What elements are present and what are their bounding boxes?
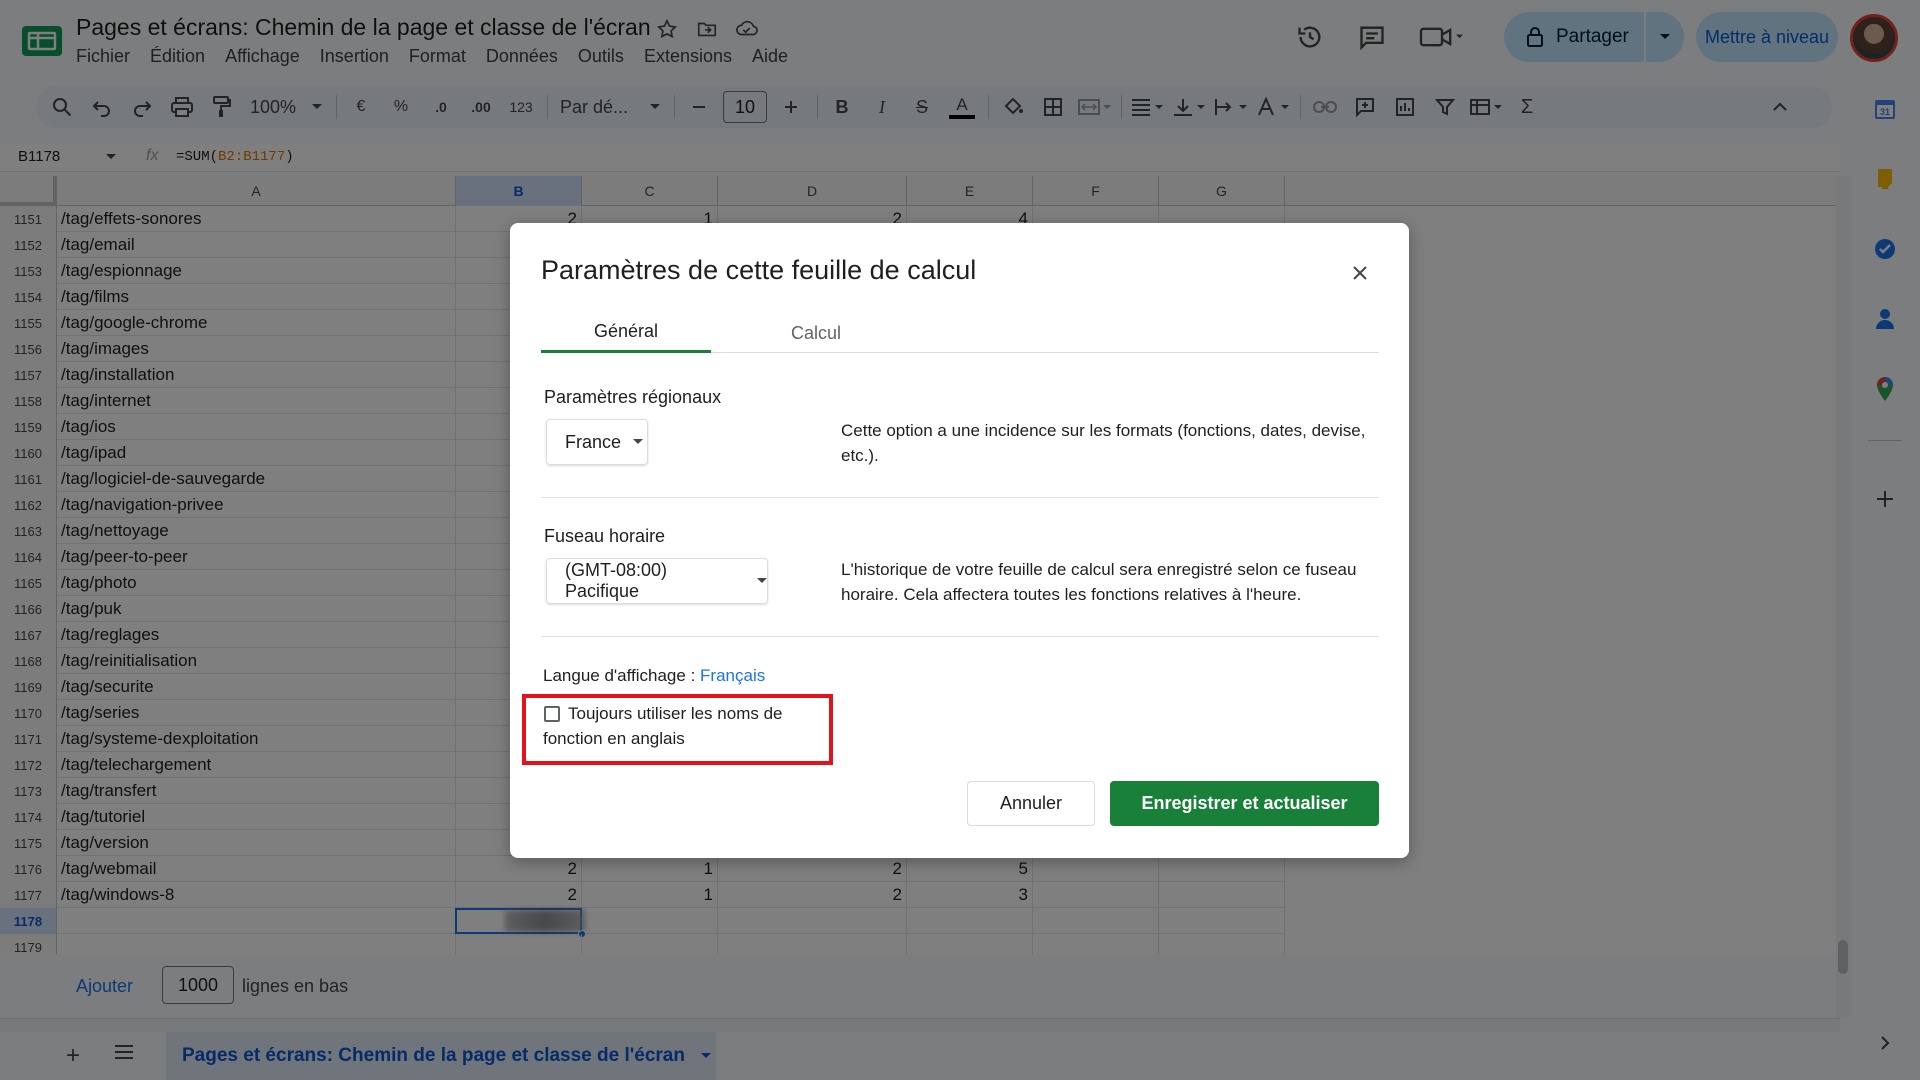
display-language-link[interactable]: Français: [700, 666, 765, 685]
display-language-label: Langue d'affichage :: [543, 666, 696, 685]
section-divider: [541, 497, 1379, 498]
close-icon[interactable]: [1346, 259, 1374, 287]
english-function-names-label[interactable]: Toujours utiliser les noms de fonction e…: [543, 701, 823, 751]
dialog-tabs: Général Calcul: [541, 313, 1379, 353]
display-language-row: Langue d'affichage : Français: [543, 666, 765, 686]
save-and-refresh-button[interactable]: Enregistrer et actualiser: [1110, 781, 1379, 826]
settings-dialog: Paramètres de cette feuille de calcul Gé…: [510, 223, 1409, 858]
dialog-title: Paramètres de cette feuille de calcul: [541, 255, 977, 285]
locale-select[interactable]: France: [546, 419, 648, 465]
tab-general[interactable]: Général: [541, 313, 711, 353]
locale-value: France: [565, 431, 622, 452]
locale-description: Cette option a une incidence sur les for…: [841, 421, 1366, 465]
locale-label: Paramètres régionaux: [544, 387, 722, 407]
cancel-button[interactable]: Annuler: [967, 781, 1095, 826]
timezone-description: L'historique de votre feuille de calcul …: [841, 560, 1357, 604]
timezone-value: (GMT-08:00) Pacifique: [565, 560, 668, 601]
timezone-select[interactable]: (GMT-08:00) Pacifique: [546, 558, 768, 604]
timezone-label: Fuseau horaire: [544, 526, 666, 546]
tab-calcul[interactable]: Calcul: [731, 313, 901, 353]
section-divider: [541, 636, 1379, 637]
caret-down-icon: [633, 439, 644, 444]
caret-down-icon: [757, 578, 767, 583]
